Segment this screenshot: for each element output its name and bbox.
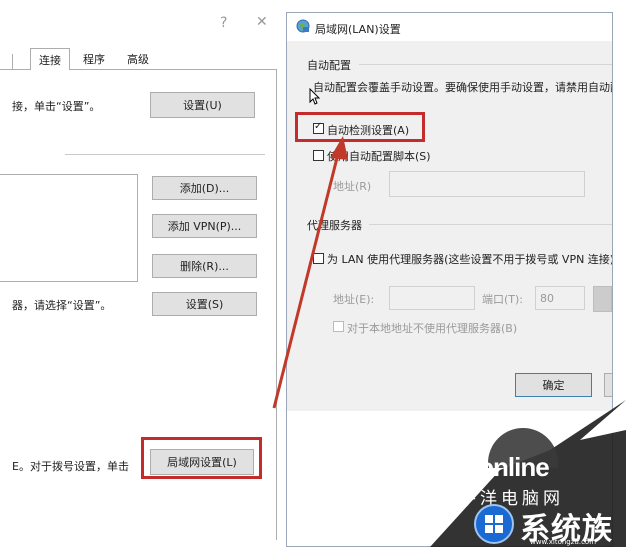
pconline-logo: PConline bbox=[444, 452, 550, 482]
windows-logo-icon bbox=[474, 504, 514, 544]
site-url: www.xitongzu.com bbox=[530, 538, 597, 546]
arrow-head bbox=[330, 136, 348, 160]
arrow-line bbox=[272, 149, 341, 409]
watermark: PConline 太平洋电脑网 系统族 www.xitongzu.com bbox=[430, 400, 626, 547]
